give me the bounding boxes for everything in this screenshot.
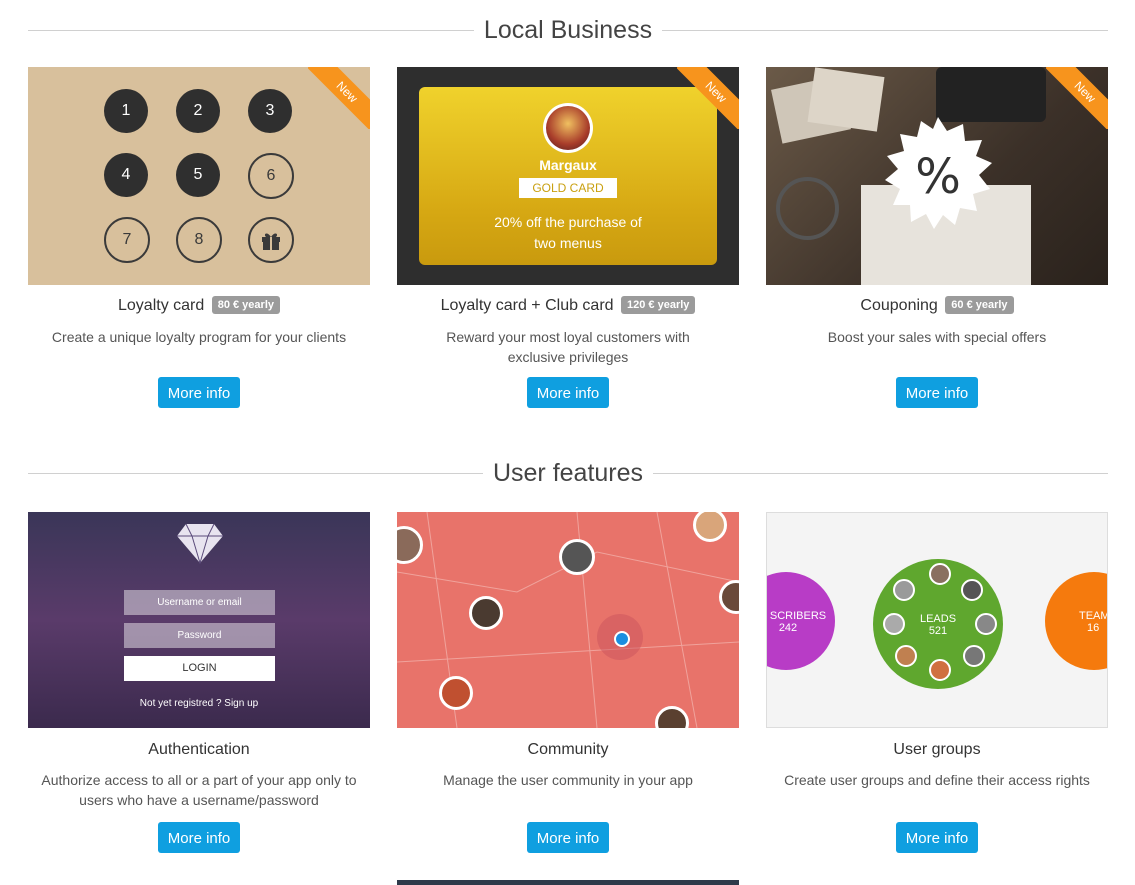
card-community: Community Manage the user community in y… [397,512,739,862]
stamp-5: 5 [176,153,220,197]
avatar [469,596,503,630]
stamp-8: 8 [176,217,222,263]
offer-line-2: two menus [534,235,602,251]
avatar [559,539,595,575]
location-pin-icon [614,631,630,647]
card-title: Loyalty card + Club card 120 € yearly [397,296,739,316]
gold-card-label: GOLD CARD [519,178,617,198]
avatar [543,103,593,153]
card-description: Create a unique loyalty program for your… [51,329,347,345]
stamp-7: 7 [104,217,150,263]
card-description: Create user groups and define their acce… [784,772,1090,788]
more-info-button[interactable]: More info [896,377,978,408]
card-title: Authentication [148,741,250,758]
price-badge: 80 € yearly [211,296,280,314]
next-card-thumbnail[interactable] [397,880,739,885]
user-groups-thumbnail[interactable]: SCRIBERS 242 LEADS 521 TEAM 16 [766,512,1108,728]
card-loyalty-club: Margaux GOLD CARD 20% off the purchase o… [397,67,739,417]
loyalty-thumbnail[interactable]: 1 2 3 4 5 6 7 8 New [28,67,370,285]
card-couponing: % New Couponing 60 € yearly Boost your s… [766,67,1108,417]
card-user-groups: SCRIBERS 242 LEADS 521 TEAM 16 User grou… [766,512,1108,862]
signup-link: Not yet registred ? Sign up [139,698,259,709]
more-info-button[interactable]: More info [527,822,609,853]
group-team: TEAM 16 [1045,572,1107,670]
card-loyalty: 1 2 3 4 5 6 7 8 New Loyalty card 80 € ye… [28,67,370,417]
percent-badge-icon: % [885,117,992,229]
card-description: Manage the user community in your app [443,772,693,788]
community-map-thumbnail[interactable] [397,512,739,728]
card-description: Authorize access to all or a part of you… [41,772,357,808]
avatar [439,676,473,710]
stamp-4: 4 [104,153,148,197]
auth-thumbnail[interactable]: Username or email Password LOGIN Not yet… [28,512,370,728]
stamp-2: 2 [176,89,220,133]
card-title: User groups [893,741,981,758]
password-field: Password [124,623,275,648]
card-title: Loyalty card 80 € yearly [28,296,370,316]
card-title: Couponing 60 € yearly [766,296,1108,316]
price-badge: 60 € yearly [945,296,1014,314]
username-field: Username or email [124,590,275,615]
gift-icon [248,217,294,263]
more-info-button[interactable]: More info [158,822,240,853]
stamp-6: 6 [248,153,294,199]
stamp-1: 1 [104,89,148,133]
card-description: Reward your most loyal customers with ex… [446,329,690,365]
diamond-icon [177,523,223,564]
login-button: LOGIN [124,656,275,681]
new-ribbon: New [1046,67,1108,129]
new-ribbon: New [308,67,370,129]
stamp-3: 3 [248,89,292,133]
member-name: Margaux [539,157,597,173]
more-info-button[interactable]: More info [158,377,240,408]
card-title: Community [527,741,609,758]
section-title-local-business: Local Business [28,10,1108,50]
new-ribbon: New [677,67,739,129]
group-subscribers: SCRIBERS 242 [767,572,835,670]
more-info-button[interactable]: More info [527,377,609,408]
gold-card-thumbnail[interactable]: Margaux GOLD CARD 20% off the purchase o… [397,67,739,285]
card-description: Boost your sales with special offers [827,329,1047,345]
offer-line-1: 20% off the purchase of [494,214,642,230]
svg-text:%: % [915,149,961,205]
section-title-user-features: User features [28,453,1108,493]
price-badge: 120 € yearly [621,296,696,314]
coupon-thumbnail[interactable]: % New [766,67,1108,285]
more-info-button[interactable]: More info [896,822,978,853]
card-authentication: Username or email Password LOGIN Not yet… [28,512,370,862]
